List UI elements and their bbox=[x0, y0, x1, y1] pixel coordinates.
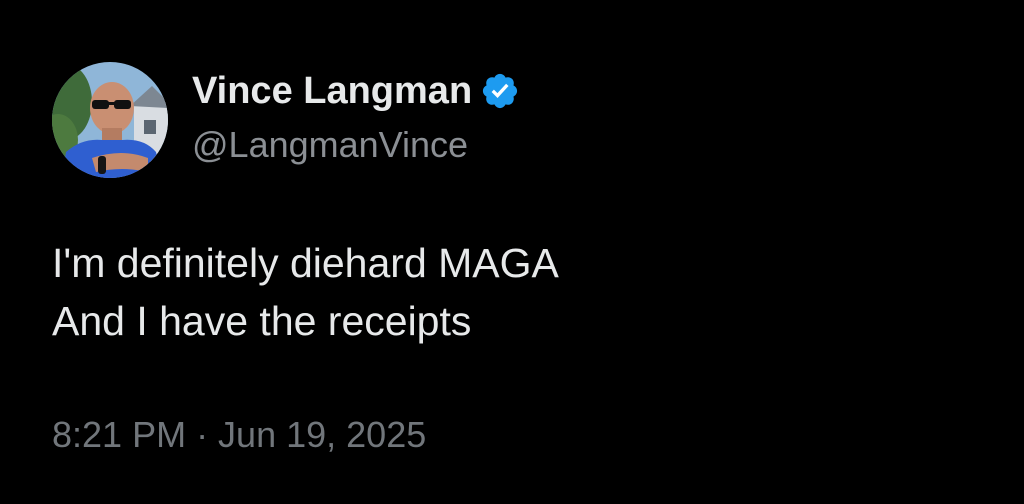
post-timestamp[interactable]: 8:21 PM · Jun 19, 2025 bbox=[52, 414, 426, 456]
post-card: Vince Langman @LangmanVince I'm definite… bbox=[0, 0, 1024, 504]
author-handle[interactable]: @LangmanVince bbox=[192, 124, 468, 166]
verified-badge-icon[interactable] bbox=[480, 71, 520, 111]
profile-photo-avatar bbox=[52, 62, 168, 178]
author-avatar[interactable] bbox=[52, 62, 168, 178]
author-display-name[interactable]: Vince Langman bbox=[192, 70, 472, 113]
post-text-line: And I have the receipts bbox=[52, 298, 472, 344]
post-text: I'm definitely diehard MAGA And I have t… bbox=[52, 234, 559, 350]
post-text-line: I'm definitely diehard MAGA bbox=[52, 240, 559, 286]
author-name-row: Vince Langman bbox=[192, 66, 520, 116]
